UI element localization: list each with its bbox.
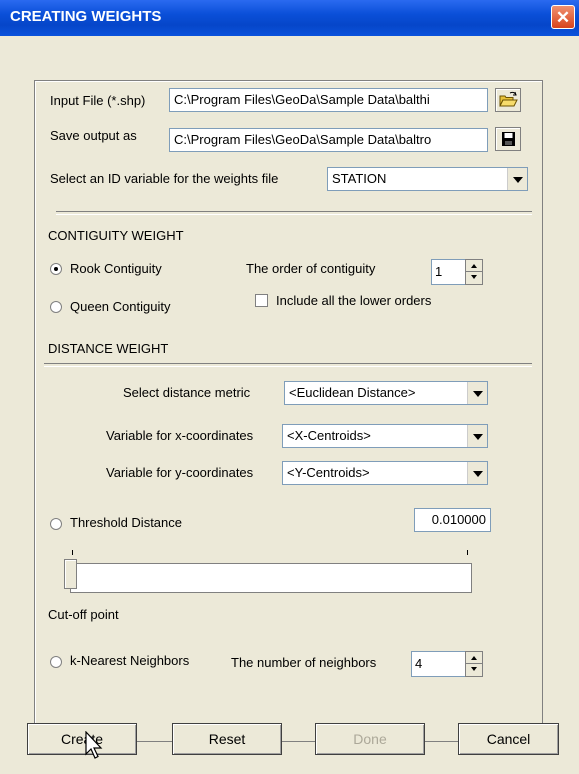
- x-coord-label: Variable for x-coordinates: [106, 428, 254, 443]
- slider-tick: [467, 550, 468, 555]
- id-variable-label: Select an ID variable for the weights fi…: [50, 171, 279, 186]
- browse-input-button[interactable]: [495, 88, 521, 112]
- open-folder-icon: [499, 91, 518, 107]
- save-output-button[interactable]: [495, 127, 521, 151]
- done-button[interactable]: Done: [315, 723, 425, 755]
- window-title: CREATING WEIGHTS: [10, 8, 162, 25]
- slider-track: [70, 563, 472, 593]
- spin-down-icon[interactable]: [466, 664, 482, 676]
- spinner-buttons: [465, 651, 483, 677]
- cutoff-label: Cut-off point: [48, 607, 119, 622]
- queen-contiguity-radio[interactable]: [50, 301, 62, 313]
- rook-contiguity-label: Rook Contiguity: [70, 261, 162, 276]
- save-output-field[interactable]: C:\Program Files\GeoDa\Sample Data\baltr…: [169, 128, 488, 152]
- id-variable-value: STATION: [332, 171, 387, 186]
- threshold-distance-field[interactable]: 0.010000: [414, 508, 491, 532]
- distance-metric-label: Select distance metric: [123, 385, 251, 400]
- reset-button[interactable]: Reset: [172, 723, 282, 755]
- spin-up-icon[interactable]: [466, 260, 482, 272]
- order-value[interactable]: 1: [431, 259, 465, 285]
- chevron-down-icon[interactable]: [467, 425, 487, 447]
- mouse-cursor-icon: [85, 731, 103, 759]
- x-coord-select[interactable]: <X-Centroids>: [282, 424, 488, 448]
- knn-label: k-Nearest Neighbors: [70, 653, 190, 668]
- threshold-distance-radio[interactable]: [50, 518, 62, 530]
- y-coord-label: Variable for y-coordinates: [106, 465, 254, 480]
- threshold-distance-label: Threshold Distance: [70, 515, 182, 530]
- cutoff-slider[interactable]: [50, 543, 478, 599]
- slider-tick: [72, 550, 73, 555]
- distance-metric-select[interactable]: <Euclidean Distance>: [284, 381, 488, 405]
- close-button[interactable]: ✕: [551, 5, 575, 29]
- spin-up-icon[interactable]: [466, 652, 482, 664]
- input-file-field[interactable]: C:\Program Files\GeoDa\Sample Data\balth…: [169, 88, 488, 112]
- lower-orders-label: Include all the lower orders: [276, 293, 432, 308]
- divider: [56, 211, 532, 215]
- input-file-label: Input File (*.shp): [50, 93, 146, 108]
- order-contiguity-label: The order of contiguity: [246, 261, 376, 276]
- x-coord-value: <X-Centroids>: [287, 428, 371, 443]
- divider: [44, 363, 532, 367]
- save-output-label: Save output as: [50, 128, 137, 143]
- y-coord-select[interactable]: <Y-Centroids>: [282, 461, 488, 485]
- rook-contiguity-radio[interactable]: [50, 263, 62, 275]
- spinner-buttons: [465, 259, 483, 285]
- chevron-down-icon[interactable]: [507, 168, 527, 190]
- contiguity-heading: CONTIGUITY WEIGHT: [48, 228, 184, 243]
- neighbors-value[interactable]: 4: [411, 651, 465, 677]
- floppy-disk-icon: [502, 132, 515, 146]
- create-button[interactable]: Create: [27, 723, 137, 755]
- cancel-button[interactable]: Cancel: [458, 723, 559, 755]
- order-contiguity-stepper[interactable]: 1: [431, 259, 483, 285]
- neighbors-label: The number of neighbors: [231, 655, 377, 670]
- neighbors-stepper[interactable]: 4: [411, 651, 483, 677]
- chevron-down-icon[interactable]: [467, 462, 487, 484]
- distance-heading: DISTANCE WEIGHT: [48, 341, 169, 356]
- lower-orders-checkbox[interactable]: [255, 294, 268, 307]
- y-coord-value: <Y-Centroids>: [287, 465, 370, 480]
- distance-metric-value: <Euclidean Distance>: [289, 385, 416, 400]
- id-variable-select[interactable]: STATION: [327, 167, 528, 191]
- spin-down-icon[interactable]: [466, 272, 482, 284]
- close-icon: ✕: [555, 8, 571, 27]
- slider-thumb[interactable]: [64, 559, 77, 589]
- queen-contiguity-label: Queen Contiguity: [70, 299, 171, 314]
- knn-radio[interactable]: [50, 656, 62, 668]
- chevron-down-icon[interactable]: [467, 382, 487, 404]
